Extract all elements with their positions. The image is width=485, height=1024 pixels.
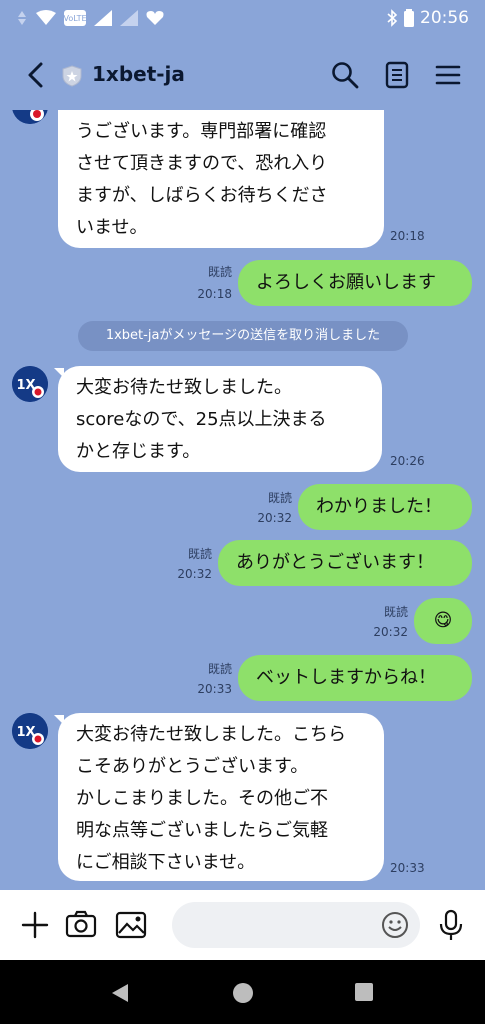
chat-area[interactable]: うございます。専門部署に確認 させて頂きますので、恐れ入り ますが、しばらくお待… — [0, 110, 485, 890]
chat-header: 1xbet-ja — [0, 40, 485, 110]
shield-icon — [62, 65, 82, 87]
image-icon[interactable] — [114, 908, 148, 942]
cell-signal-icon — [94, 10, 112, 26]
message-time: 20:18 — [197, 287, 232, 301]
brand-logo-icon: 1X — [12, 366, 48, 402]
emoji-icon[interactable] — [380, 910, 410, 940]
menu-icon[interactable] — [433, 60, 463, 90]
search-icon[interactable] — [330, 60, 360, 90]
message-time: 20:33 — [390, 861, 425, 875]
status-right: 20:56 — [386, 8, 469, 28]
message-line: にご相談下さいませ。 — [76, 852, 256, 873]
message-time: 20:26 — [390, 454, 425, 468]
message-text: よろしくお願いします — [256, 272, 436, 293]
message-incoming[interactable]: 大変お待たせ致しました。 scoreなので、25点以上決まる かと存じます。 — [58, 366, 382, 472]
message-text: ありがとうございます！ — [236, 552, 434, 573]
status-time: 20:56 — [420, 8, 469, 28]
system-notice: 1xbet-jaがメッセージの送信を取り消しました — [78, 321, 408, 351]
heart-icon — [146, 11, 164, 25]
nav-back-icon[interactable] — [110, 982, 130, 1004]
read-receipt: 既読 — [207, 265, 232, 279]
message-outgoing[interactable]: わかりました！ — [298, 484, 472, 530]
message-line: させて頂きますので、恐れ入り — [76, 153, 328, 174]
message-input[interactable] — [172, 902, 420, 948]
plus-icon[interactable] — [18, 908, 52, 942]
message-line: かと存じます。 — [76, 441, 201, 462]
message-time: 20:32 — [257, 511, 292, 525]
emoji-message: 😋 — [433, 610, 453, 631]
message-outgoing[interactable]: 😋 — [414, 598, 472, 644]
read-receipt: 既読 — [267, 491, 292, 505]
avatar[interactable]: 1X — [12, 366, 48, 402]
volte-icon: VoLTE — [64, 10, 86, 26]
message-line: scoreなので、25点以上決まる — [76, 409, 327, 430]
avatar[interactable] — [12, 110, 48, 124]
message-text: わかりました！ — [316, 496, 442, 517]
signal-arrows-icon — [18, 11, 26, 25]
brand-logo-icon — [12, 110, 48, 124]
status-bar: VoLTE 20:56 — [0, 0, 485, 40]
message-time: 20:32 — [373, 625, 408, 639]
message-line: 明な点等ございましたらご気軽 — [76, 820, 328, 841]
wifi-icon — [36, 10, 56, 25]
mic-icon[interactable] — [436, 908, 466, 942]
status-left: VoLTE — [16, 8, 164, 28]
battery-icon — [404, 9, 414, 27]
message-incoming[interactable]: 大変お待たせ致しました。こちら こそありがとうございます。 かしこまりました。そ… — [58, 713, 384, 881]
message-time: 20:33 — [197, 682, 232, 696]
nav-recents-icon[interactable] — [354, 982, 374, 1002]
read-receipt: 既読 — [383, 605, 408, 619]
camera-icon[interactable] — [64, 908, 98, 942]
nav-home-icon[interactable] — [232, 982, 254, 1004]
message-outgoing[interactable]: ありがとうございます！ — [218, 540, 472, 586]
brand-logo-icon: 1X — [12, 713, 48, 749]
message-line: かしこまりました。その他ご不 — [76, 788, 328, 809]
avatar[interactable]: 1X — [12, 713, 48, 749]
message-line: 大変お待たせ致しました。こちら — [76, 724, 346, 745]
notes-icon[interactable] — [382, 60, 412, 90]
chat-title[interactable]: 1xbet-ja — [92, 62, 185, 86]
message-line: 大変お待たせ致しました。 — [76, 377, 292, 398]
message-outgoing[interactable]: ベットしますからね！ — [238, 655, 472, 701]
message-time: 20:32 — [177, 567, 212, 581]
bluetooth-icon — [387, 9, 398, 27]
message-outgoing[interactable]: よろしくお願いします — [238, 260, 472, 306]
message-line: うございます。専門部署に確認 — [76, 121, 327, 142]
message-line: ますが、しばらくお待ちくださ — [76, 185, 328, 206]
input-bar — [0, 890, 485, 960]
message-text: ベットしますからね！ — [256, 667, 436, 688]
read-receipt: 既読 — [187, 547, 212, 561]
message-line: こそありがとうございます。 — [76, 756, 309, 777]
read-receipt: 既読 — [207, 662, 232, 676]
message-time: 20:18 — [390, 229, 425, 243]
message-line: いませ。 — [76, 217, 148, 238]
cell-signal-2-icon — [120, 10, 138, 26]
message-incoming[interactable]: うございます。専門部署に確認 させて頂きますので、恐れ入り ますが、しばらくお待… — [58, 110, 384, 248]
back-icon[interactable] — [22, 60, 50, 90]
system-nav-bar — [0, 960, 485, 1024]
svg-text:VoLTE: VoLTE — [64, 14, 86, 23]
